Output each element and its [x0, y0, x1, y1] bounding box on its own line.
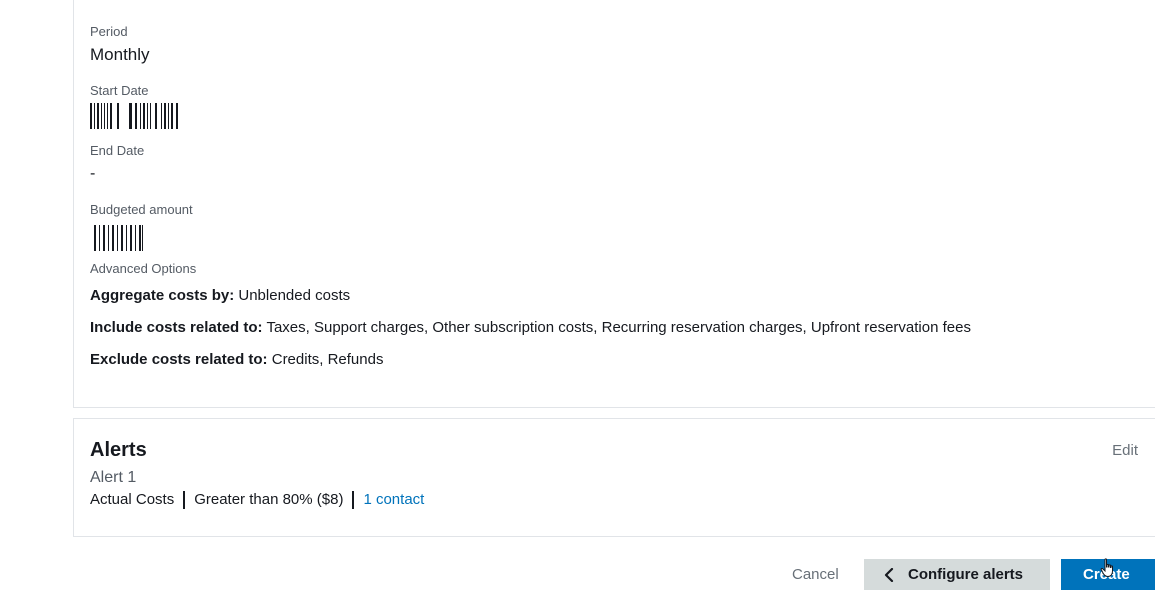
aggregate-costs-line: Aggregate costs by: Unblended costs — [90, 286, 350, 306]
alert-name: Alert 1 — [90, 469, 137, 486]
configure-alerts-label: Configure alerts — [908, 566, 1024, 583]
include-costs-key: Include costs related to: — [90, 319, 263, 336]
alert-contacts-link[interactable]: 1 contact — [363, 490, 424, 510]
exclude-costs-value: Credits, Refunds — [271, 351, 384, 368]
exclude-costs-key: Exclude costs related to: — [90, 351, 268, 368]
exclude-costs-line: Exclude costs related to: Credits, Refun… — [90, 350, 383, 370]
end-date-label: End Date — [90, 143, 145, 158]
include-costs-value: Taxes, Support charges, Other subscripti… — [266, 319, 971, 336]
hand-pointer-icon — [1100, 558, 1113, 578]
period-label: Period — [90, 24, 128, 39]
start-date-label: Start Date — [90, 83, 149, 98]
divider — [183, 491, 186, 509]
end-date-value: - — [90, 165, 96, 182]
advanced-options-label: Advanced Options — [90, 261, 197, 276]
aggregate-costs-key: Aggregate costs by: — [90, 287, 235, 304]
include-costs-line: Include costs related to: Taxes, Support… — [90, 318, 971, 338]
alert-threshold: Greater than 80% ($8) — [194, 491, 344, 508]
alerts-heading: Alerts — [90, 439, 147, 461]
budget-review-page: Period Monthly Start Date End Date - Bud… — [0, 0, 1155, 590]
cancel-button[interactable]: Cancel — [792, 566, 839, 584]
aggregate-costs-value: Unblended costs — [238, 287, 351, 304]
alert-summary: Actual Costs Greater than 80% ($8) 1 con… — [90, 490, 424, 510]
chevron-left-icon — [884, 567, 894, 582]
period-value: Monthly — [90, 45, 150, 64]
budgeted-amount-label: Budgeted amount — [90, 202, 193, 217]
alerts-panel: Alerts Edit Alert 1 Actual Costs Greater… — [73, 418, 1155, 537]
alert-type: Actual Costs — [90, 491, 175, 508]
budget-details-panel: Period Monthly Start Date End Date - Bud… — [73, 0, 1155, 408]
configure-alerts-back-button[interactable]: Configure alerts — [864, 559, 1050, 590]
start-date-redacted-value — [90, 103, 178, 129]
budgeted-amount-redacted-value — [94, 225, 143, 251]
edit-alerts-link[interactable]: Edit — [1112, 441, 1138, 461]
divider — [352, 491, 355, 509]
